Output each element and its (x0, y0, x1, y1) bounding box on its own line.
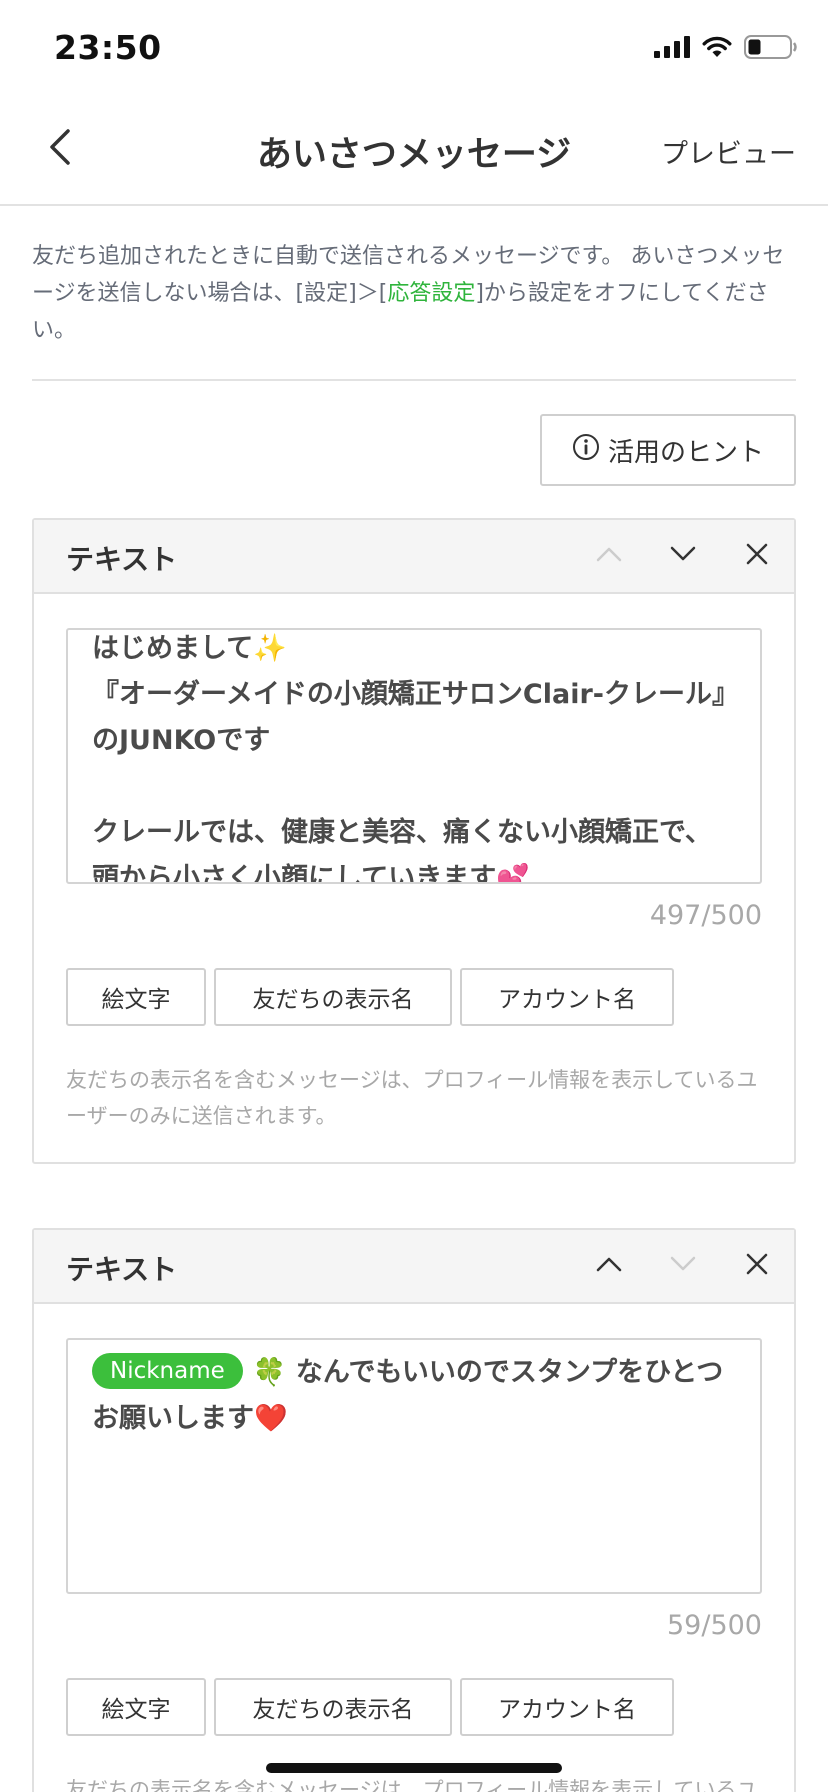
move-down-button[interactable] (646, 1230, 720, 1302)
delete-button[interactable] (720, 520, 794, 592)
text-message-card: テキスト Nickname 🍀 なんでもいいのでスタンプをひとつお願いします❤️ … (32, 1228, 796, 1792)
character-counter: 497/500 (649, 900, 762, 931)
divider (32, 379, 796, 381)
card-title: テキスト (66, 543, 178, 576)
emoji-button[interactable]: 絵文字 (66, 1678, 206, 1736)
home-indicator (266, 1763, 562, 1773)
insert-buttons: 絵文字 友だちの表示名 アカウント名 (66, 1678, 674, 1736)
delete-button[interactable] (720, 1230, 794, 1302)
move-up-button[interactable] (572, 520, 646, 592)
chevron-down-icon (669, 1256, 697, 1276)
card-header: テキスト (34, 1230, 794, 1304)
chevron-down-icon (669, 546, 697, 566)
wifi-icon (702, 36, 732, 62)
close-icon (745, 542, 769, 570)
description-text: 友だち追加されたときに自動で送信されるメッセージです。 あいさつメッセージを送信… (32, 238, 792, 349)
close-icon (745, 1252, 769, 1280)
card-title: テキスト (66, 1253, 178, 1286)
friend-display-name-button[interactable]: 友だちの表示名 (214, 968, 452, 1026)
insert-buttons: 絵文字 友だちの表示名 アカウント名 (66, 968, 674, 1026)
friend-display-name-button[interactable]: 友だちの表示名 (214, 1678, 452, 1736)
info-circle-icon (572, 433, 600, 468)
display-name-note: 友だちの表示名を含むメッセージは、プロフィール情報を表示しているユーザーのみに送… (66, 1068, 758, 1128)
usage-hint-button[interactable]: 活用のヒント (540, 414, 796, 486)
message-textarea[interactable]: Nickname 🍀 なんでもいいのでスタンプをひとつお願いします❤️ (66, 1338, 762, 1594)
account-name-button[interactable]: アカウント名 (460, 968, 674, 1026)
chevron-up-icon (595, 546, 623, 566)
response-settings-link[interactable]: 応答設定 (387, 281, 475, 306)
message-text: Nickname 🍀 なんでもいいのでスタンプをひとつお願いします❤️ (92, 1350, 732, 1442)
signal-icon (654, 36, 690, 62)
status-time: 23:50 (54, 28, 162, 67)
battery-icon (744, 34, 798, 64)
emoji-button[interactable]: 絵文字 (66, 968, 206, 1026)
nickname-chip[interactable]: Nickname (92, 1353, 243, 1389)
message-textarea[interactable]: はじめまして✨ 『オーダーメイドの小顔矯正サロンClair-クレール』のJUNK… (66, 628, 762, 884)
move-up-button[interactable] (572, 1230, 646, 1302)
move-down-button[interactable] (646, 520, 720, 592)
nav-bar: あいさつメッセージ プレビュー (0, 100, 828, 206)
status-icons (654, 34, 798, 64)
account-name-button[interactable]: アカウント名 (460, 1678, 674, 1736)
message-text: はじめまして✨ 『オーダーメイドの小顔矯正サロンClair-クレール』のJUNK… (92, 633, 726, 884)
chevron-up-icon (595, 1256, 623, 1276)
character-counter: 59/500 (667, 1610, 762, 1641)
usage-hint-label: 活用のヒント (607, 437, 764, 468)
text-message-card: テキスト はじめまして✨ 『オーダーメイドの小顔矯正サロンClair-クレール』… (32, 518, 796, 1164)
preview-button[interactable]: プレビュー (661, 132, 796, 171)
display-name-note: 友だちの表示名を含むメッセージは、プロフィール情報を表示しているユーザーのみに送… (66, 1778, 758, 1792)
status-bar: 23:50 (0, 0, 828, 100)
card-header: テキスト (34, 520, 794, 594)
